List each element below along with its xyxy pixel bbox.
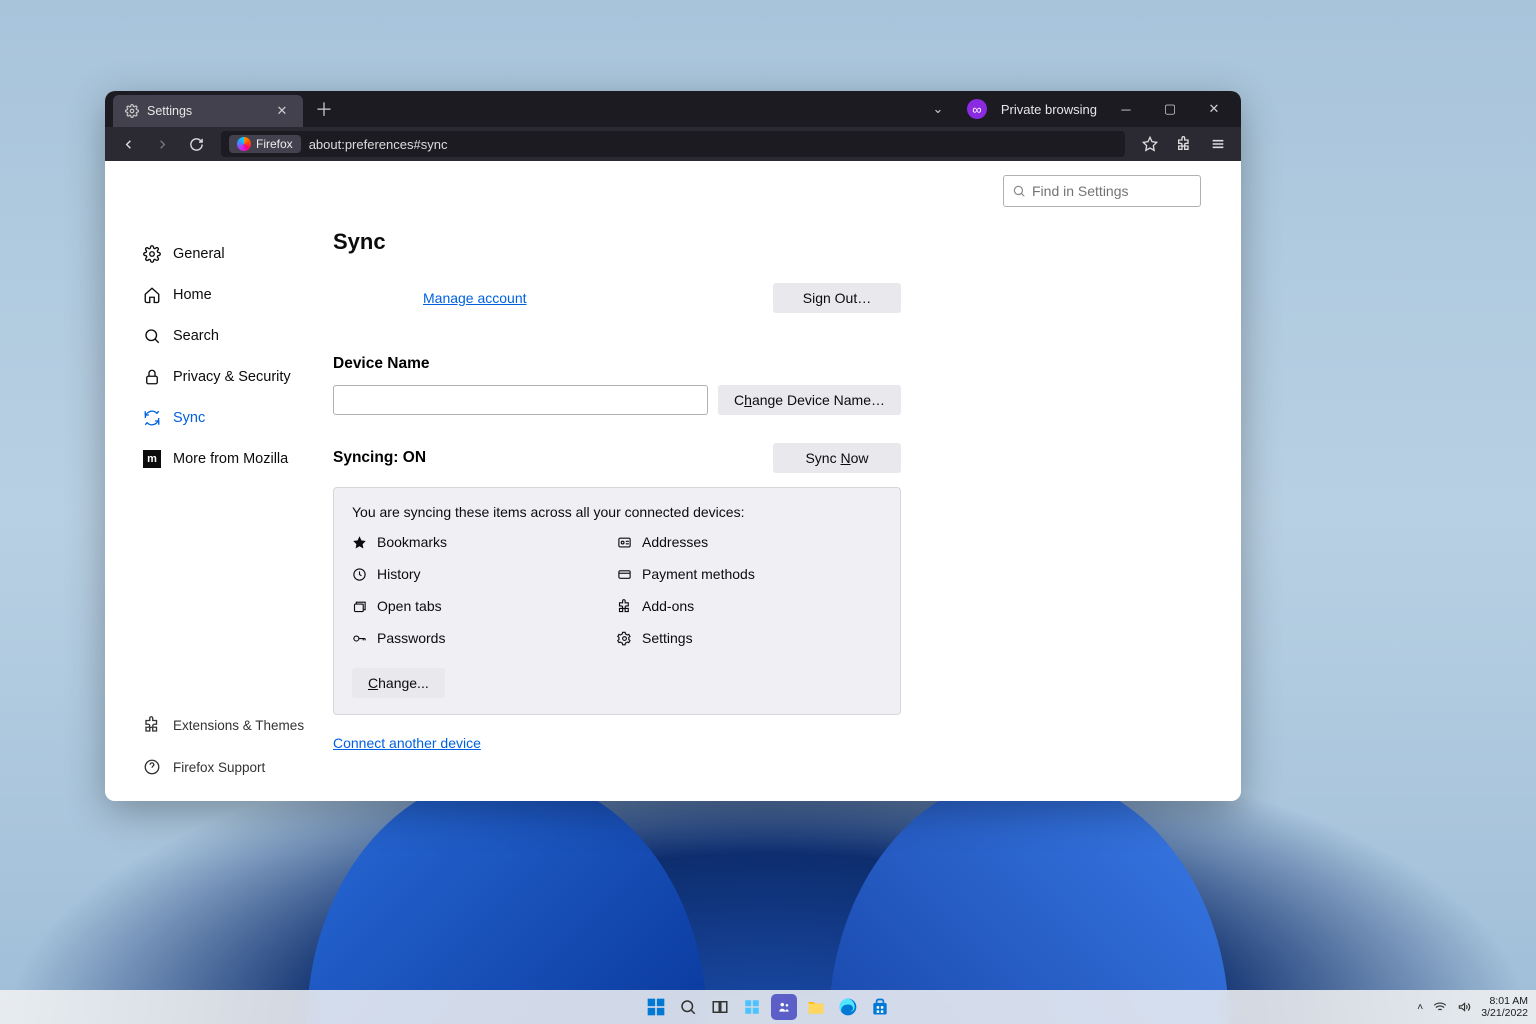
firefox-chip: Firefox bbox=[229, 135, 301, 153]
new-tab-button[interactable]: ＋ bbox=[309, 94, 339, 124]
gear-icon bbox=[125, 104, 139, 118]
sync-item-settings: Settings bbox=[617, 630, 882, 646]
volume-icon[interactable] bbox=[1457, 1000, 1471, 1014]
store-icon[interactable] bbox=[867, 994, 893, 1020]
settings-sidebar: General Home Search Privacy & Security S… bbox=[105, 161, 333, 801]
sign-out-button[interactable]: Sign Out… bbox=[773, 283, 901, 313]
connect-device-link[interactable]: Connect another device bbox=[333, 735, 481, 751]
private-browsing-icon: ∞ bbox=[967, 99, 987, 119]
search-icon bbox=[143, 327, 161, 345]
sidebar-item-home[interactable]: Home bbox=[143, 274, 333, 315]
app-menu-icon[interactable] bbox=[1203, 129, 1233, 159]
home-icon bbox=[143, 286, 161, 304]
sync-item-payment: Payment methods bbox=[617, 566, 882, 582]
clock-icon bbox=[352, 567, 367, 582]
sync-icon bbox=[143, 409, 161, 427]
help-icon bbox=[143, 758, 161, 776]
sync-description: You are syncing these items across all y… bbox=[352, 504, 882, 520]
sync-item-opentabs: Open tabs bbox=[352, 598, 617, 614]
firefox-window: Settings ✕ ＋ ⌄ ∞ Private browsing ─ ▢ ✕ … bbox=[105, 91, 1241, 801]
page-title: Sync bbox=[333, 229, 901, 255]
change-sync-items-button[interactable]: Change... bbox=[352, 668, 445, 698]
firefox-logo-icon bbox=[237, 137, 251, 151]
puzzle-icon bbox=[143, 716, 161, 734]
settings-search-input[interactable]: Find in Settings bbox=[1003, 175, 1201, 207]
close-tab-button[interactable]: ✕ bbox=[273, 102, 291, 120]
extensions-icon[interactable] bbox=[1169, 129, 1199, 159]
search-icon bbox=[1012, 184, 1026, 198]
content-area: General Home Search Privacy & Security S… bbox=[105, 161, 1241, 801]
device-name-input[interactable] bbox=[333, 385, 708, 415]
address-icon bbox=[617, 535, 632, 550]
sidebar-firefox-support[interactable]: Firefox Support bbox=[143, 751, 333, 783]
main-pane: Find in Settings Sync Manage account Sig… bbox=[333, 161, 1241, 801]
device-name-title: Device Name bbox=[333, 355, 901, 373]
change-device-name-button[interactable]: Change Device Name… bbox=[718, 385, 901, 415]
sync-item-addresses: Addresses bbox=[617, 534, 882, 550]
back-button[interactable] bbox=[113, 129, 143, 159]
sidebar-item-privacy[interactable]: Privacy & Security bbox=[143, 356, 333, 397]
sidebar-extensions-themes[interactable]: Extensions & Themes bbox=[143, 709, 333, 741]
key-icon bbox=[352, 631, 367, 646]
taskbar-search-icon[interactable] bbox=[675, 994, 701, 1020]
sidebar-item-sync[interactable]: Sync bbox=[143, 397, 333, 438]
tray-chevron-icon[interactable]: ˄ bbox=[1417, 1001, 1423, 1013]
tab-settings[interactable]: Settings ✕ bbox=[113, 95, 303, 127]
task-view-icon[interactable] bbox=[707, 994, 733, 1020]
toolbar: Firefox about:preferences#sync bbox=[105, 127, 1241, 161]
minimize-button[interactable]: ─ bbox=[1111, 94, 1141, 124]
sync-item-addons: Add-ons bbox=[617, 598, 882, 614]
start-button[interactable] bbox=[643, 994, 669, 1020]
puzzle-icon bbox=[617, 599, 632, 614]
sync-items-box: You are syncing these items across all y… bbox=[333, 487, 901, 715]
tabs-icon bbox=[352, 599, 367, 614]
gear-icon bbox=[143, 245, 161, 263]
sync-now-button[interactable]: Sync Now bbox=[773, 443, 901, 473]
reload-button[interactable] bbox=[181, 129, 211, 159]
bookmark-star-icon[interactable] bbox=[1135, 129, 1165, 159]
url-bar[interactable]: Firefox about:preferences#sync bbox=[221, 131, 1125, 157]
explorer-icon[interactable] bbox=[803, 994, 829, 1020]
sidebar-item-search[interactable]: Search bbox=[143, 315, 333, 356]
tab-bar: Settings ✕ ＋ ⌄ ∞ Private browsing ─ ▢ ✕ bbox=[105, 91, 1241, 127]
widgets-icon[interactable] bbox=[739, 994, 765, 1020]
lock-icon bbox=[143, 368, 161, 386]
wifi-icon[interactable] bbox=[1433, 1000, 1447, 1014]
sidebar-item-more-mozilla[interactable]: m More from Mozilla bbox=[143, 438, 333, 479]
tabs-dropdown-icon[interactable]: ⌄ bbox=[923, 94, 953, 124]
manage-account-link[interactable]: Manage account bbox=[423, 290, 527, 306]
sync-item-bookmarks: Bookmarks bbox=[352, 534, 617, 550]
close-window-button[interactable]: ✕ bbox=[1199, 94, 1229, 124]
syncing-status: Syncing: ON bbox=[333, 449, 426, 467]
edge-icon[interactable] bbox=[835, 994, 861, 1020]
sidebar-item-general[interactable]: General bbox=[143, 233, 333, 274]
taskbar-clock[interactable]: 8:01 AM 3/21/2022 bbox=[1481, 995, 1528, 1019]
star-icon bbox=[352, 535, 367, 550]
mozilla-icon: m bbox=[143, 450, 161, 468]
private-browsing-label: Private browsing bbox=[1001, 102, 1097, 117]
sync-item-passwords: Passwords bbox=[352, 630, 617, 646]
forward-button[interactable] bbox=[147, 129, 177, 159]
maximize-button[interactable]: ▢ bbox=[1155, 94, 1185, 124]
tab-label: Settings bbox=[147, 104, 192, 118]
sync-item-history: History bbox=[352, 566, 617, 582]
teams-icon[interactable] bbox=[771, 994, 797, 1020]
url-text: about:preferences#sync bbox=[309, 137, 448, 152]
card-icon bbox=[617, 567, 632, 582]
gear-icon bbox=[617, 631, 632, 646]
windows-taskbar[interactable]: ˄ 8:01 AM 3/21/2022 bbox=[0, 990, 1536, 1024]
